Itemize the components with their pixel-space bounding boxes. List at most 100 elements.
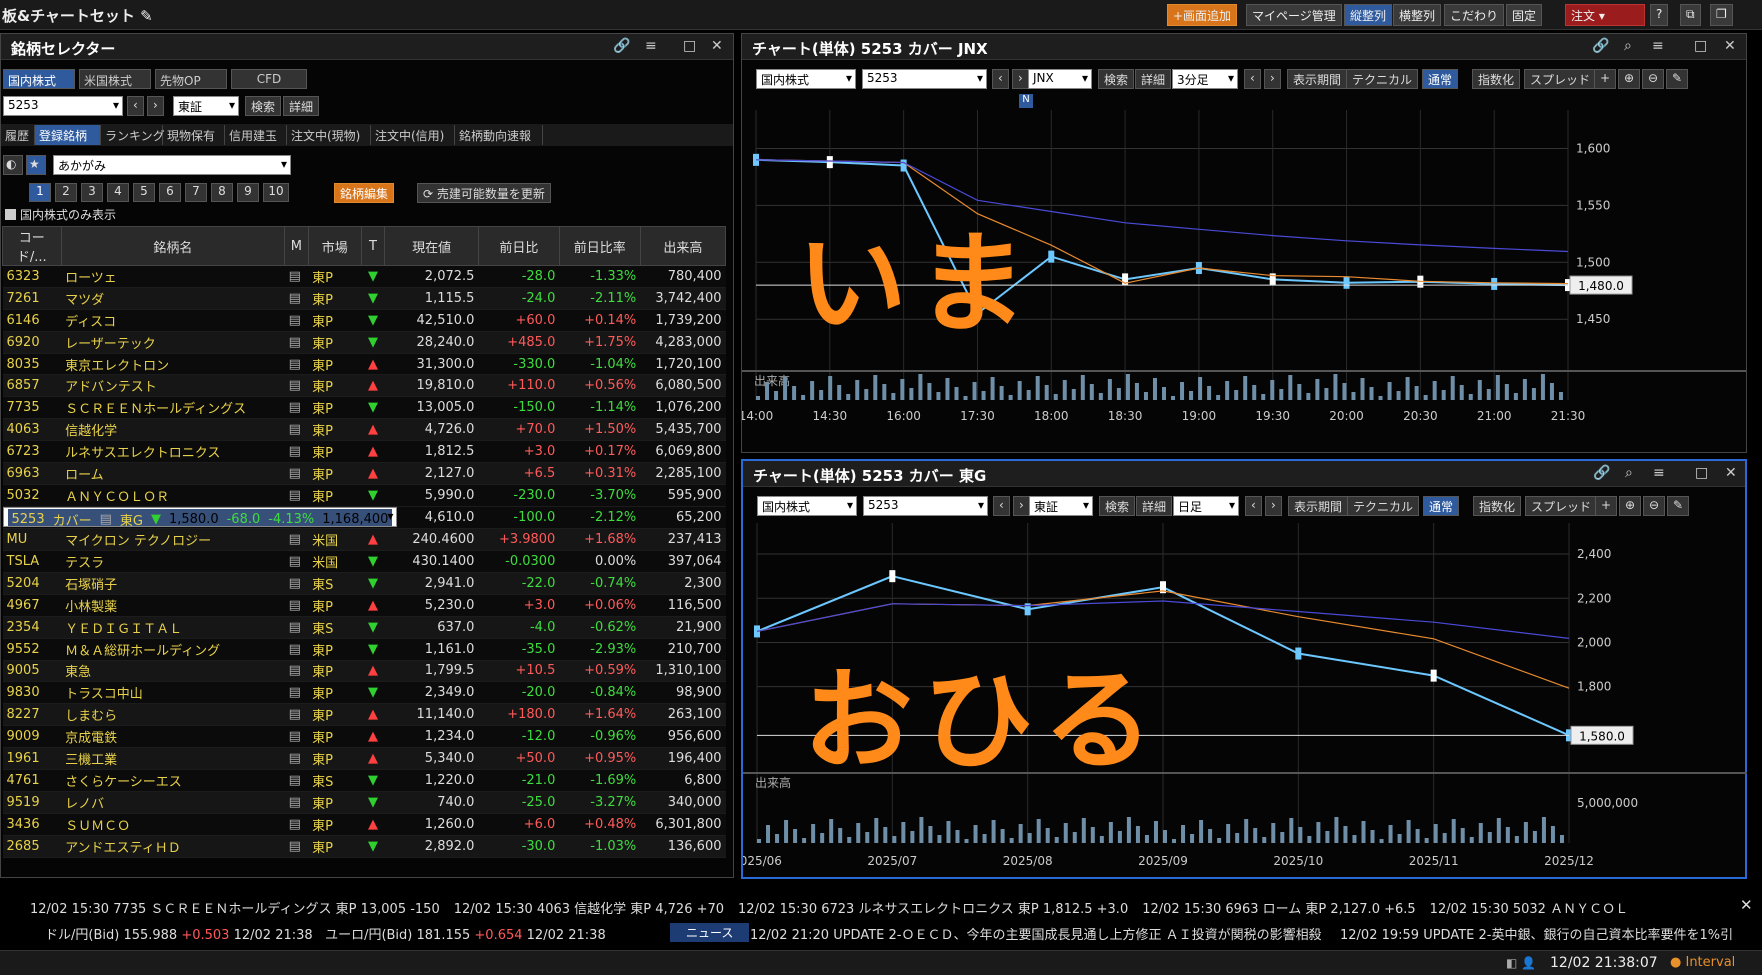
page-button-9[interactable]: 9 xyxy=(237,183,259,202)
page-button-2[interactable]: 2 xyxy=(55,183,77,202)
news-headline[interactable]: 12/02 21:20 UPDATE 2-ＯＥＣＤ、今年の主要国成長見通し上方修… xyxy=(750,924,1322,943)
next-arrow-icon[interactable]: › xyxy=(1012,69,1029,89)
zoom-out-icon[interactable]: ⊖ xyxy=(1642,69,1665,89)
page-button-6[interactable]: 6 xyxy=(159,183,181,202)
add-screen-button[interactable]: +画面追加 xyxy=(1167,4,1238,26)
help-icon[interactable]: ? xyxy=(1650,4,1669,26)
detail-button[interactable]: 詳細 xyxy=(1136,496,1173,516)
table-row[interactable]: 6323 ローツェ ▤ 東P ▼ 2,072.5 -28.0 -1.33% 780,400 xyxy=(2,265,726,288)
next-arrow-icon[interactable]: › xyxy=(1264,69,1281,89)
close-icon[interactable]: ✕ xyxy=(1734,896,1759,914)
search-button[interactable]: 検索 xyxy=(1099,496,1136,516)
table-row[interactable]: 5253 カバー ▤ 東G ▼ 1,580.0 -68.0 -4.13% 1,168,400 xyxy=(2,506,398,527)
table-row[interactable]: 3436 ＳＵＭＣＯ ▤ 東P ▲ 1,260.0 +6.0 +0.48% 6,301,800 xyxy=(2,813,726,836)
link-icon[interactable]: 🔗 xyxy=(613,38,630,54)
ticker-item[interactable]: 12/02 15:30 6963 ローム 東P 2,127.0 +6.5 xyxy=(1142,898,1415,917)
column-header-1[interactable]: 銘柄名 xyxy=(60,226,286,266)
table-row[interactable]: 1961 三機工業 ▤ 東P ▲ 5,340.0 +50.0 +0.95% 196,400 xyxy=(2,747,726,770)
table-row[interactable]: 2354 ＹＥＤＩＧＩＴＡＬ ▤ 東S ▼ 637.0 -4.0 -0.62% 21,900 xyxy=(2,616,726,639)
page-button-4[interactable]: 4 xyxy=(107,183,129,202)
market-select[interactable]: 国内株式 xyxy=(756,69,856,89)
refresh-quantity-button[interactable]: ⟳ 売建可能数量を更新 xyxy=(417,183,551,203)
link-icon[interactable]: 🔗 xyxy=(1592,38,1609,54)
table-row[interactable]: 6920 レーザーテック ▤ 東P ▼ 28,240.0 +485.0 +1.75% 4,283… xyxy=(2,331,726,354)
maximize-icon[interactable]: □ xyxy=(683,38,696,54)
edit-list-button[interactable]: 銘柄編集 xyxy=(334,183,395,203)
close-icon[interactable]: ✕ xyxy=(1725,465,1737,481)
group-icon[interactable]: ◐ xyxy=(3,155,23,175)
table-row[interactable]: 5032 ＡＮＹＣＯＬＯＲ ▤ 東P ▼ 5,990.0 -230.0 -3.70% 595,9… xyxy=(2,484,726,507)
ticker-item[interactable]: 12/02 15:30 4063 信越化学 東P 4,726 +70 xyxy=(454,898,724,917)
table-row[interactable]: 9830 トラスコ中山 ▤ 東P ▼ 2,349.0 -20.0 -0.84% 98,900 xyxy=(2,681,726,705)
ticker-item[interactable]: 12/02 15:30 6723 ルネサスエレクトロニクス 東P 1,812.5… xyxy=(738,898,1128,917)
link-icon[interactable]: 🔗 xyxy=(1593,465,1610,481)
next-arrow-icon[interactable]: › xyxy=(147,96,164,116)
column-header-5[interactable]: 現在値 xyxy=(384,226,479,266)
table-row[interactable]: 9552 Ｍ＆Ａ総研ホールディング ▤ 東P ▼ 1,161.0 -35.0 -2.93% 21… xyxy=(2,638,726,661)
maximize-icon[interactable]: □ xyxy=(1695,465,1708,481)
prev-arrow-icon[interactable]: ‹ xyxy=(1245,496,1262,516)
maximize-icon[interactable]: □ xyxy=(1694,38,1707,54)
menu-icon[interactable]: ≡ xyxy=(1652,38,1664,54)
list-tab-2[interactable]: ランキング xyxy=(101,125,165,145)
star-icon[interactable]: ★ xyxy=(26,155,46,175)
next-arrow-icon[interactable]: › xyxy=(1013,496,1030,516)
search-icon[interactable]: ⌕ xyxy=(1624,38,1632,54)
table-row[interactable]: 7261 マツダ ▤ 東P ▼ 1,115.5 -24.0 -2.11% 3,742,400 xyxy=(2,287,726,310)
tile-horizontal-button[interactable]: 横整列 xyxy=(1393,4,1442,26)
tab-us[interactable]: 米国株式 xyxy=(79,69,151,89)
column-header-7[interactable]: 前日比率 xyxy=(558,226,641,266)
kodawari-button[interactable]: こだわり xyxy=(1444,4,1505,26)
interval-indicator[interactable]: ● Interval xyxy=(1670,955,1735,970)
search-button[interactable]: 検索 xyxy=(245,96,282,116)
spread-button[interactable]: スプレッド xyxy=(1524,69,1597,89)
zoom-out-icon[interactable]: ⊖ xyxy=(1643,496,1666,516)
list-tab-1[interactable]: 登録銘柄 xyxy=(35,125,101,145)
market-select[interactable]: 国内株式 xyxy=(757,496,857,516)
table-row[interactable]: 7735 ＳＣＲＥＥＮホールディングス ▤ 東P ▼ 13,005.0 -150.0 -1.1… xyxy=(2,396,726,420)
table-row[interactable]: 4761 さくらケーシーエス ▤ 東S ▼ 1,220.0 -21.0 -1.69% 6,800 xyxy=(2,769,726,792)
tab-futures[interactable]: 先物OP xyxy=(155,69,227,89)
search-icon[interactable]: ⌕ xyxy=(1625,465,1633,481)
table-row[interactable]: 4967 小林製薬 ▤ 東P ▲ 5,230.0 +3.0 +0.06% 116,500 xyxy=(2,594,726,617)
page-button-7[interactable]: 7 xyxy=(185,183,207,202)
menu-icon[interactable]: ≡ xyxy=(645,38,657,54)
table-row[interactable]: TSLA テスラ ▤ 米国 ▼ 430.1400 -0.0300 0.00% 397,064 xyxy=(2,550,726,573)
table-row[interactable]: 6857 アドバンテスト ▤ 東P ▲ 19,810.0 +110.0 +0.56% 6,080… xyxy=(2,374,726,398)
close-icon[interactable]: ✕ xyxy=(1724,38,1736,54)
fix-button[interactable]: 固定 xyxy=(1506,4,1543,26)
zoom-in-icon[interactable]: ⊕ xyxy=(1618,69,1641,89)
page-button-10[interactable]: 10 xyxy=(263,183,289,202)
page-button-5[interactable]: 5 xyxy=(133,183,155,202)
zoom-in-icon[interactable]: ⊕ xyxy=(1619,496,1642,516)
exchange-select[interactable]: JNX xyxy=(1028,69,1092,89)
domestic-only-checkbox[interactable]: 国内株式のみ表示 xyxy=(5,206,116,223)
table-row[interactable]: 6723 ルネサスエレクトロニクス ▤ 東P ▲ 1,812.5 +3.0 +0.17% 6,0… xyxy=(2,440,726,464)
news-headline-2[interactable]: 12/02 19:59 UPDATE 2-英中銀、銀行の自己資本比率要件を1%引 xyxy=(1340,924,1733,943)
new-window-icon[interactable]: ⧉ xyxy=(1680,4,1701,26)
list-tab-3[interactable]: 現物保有 xyxy=(163,125,225,145)
restore-window-icon[interactable]: ❐ xyxy=(1710,4,1733,26)
prev-arrow-icon[interactable]: ‹ xyxy=(1244,69,1261,89)
table-row[interactable]: 6146 ディスコ ▤ 東P ▼ 42,510.0 +60.0 +0.14% 1,739,200 xyxy=(2,309,726,332)
index-button[interactable]: 指数化 xyxy=(1473,496,1522,516)
list-tab-7[interactable]: 銘柄動向速報 xyxy=(455,125,543,145)
column-header-2[interactable]: M xyxy=(284,226,309,266)
pen-icon[interactable]: ✎ xyxy=(1666,69,1689,89)
user-icon[interactable]: ◧ 👤 xyxy=(1506,956,1536,970)
table-row[interactable]: 9005 東急 ▤ 東P ▲ 1,799.5 +10.5 +0.59% 1,310,100 xyxy=(2,660,726,683)
page-button-1[interactable]: 1 xyxy=(29,183,51,202)
normal-button[interactable]: 通常 xyxy=(1422,69,1459,89)
table-row[interactable]: 9519 レノバ ▤ 東P ▼ 740.0 -25.0 -3.27% 340,000 xyxy=(2,791,726,814)
interval-select[interactable]: 日足 xyxy=(1173,496,1239,516)
normal-button[interactable]: 通常 xyxy=(1423,496,1460,516)
code-select[interactable]: 5253 xyxy=(862,69,987,89)
tile-vertical-button[interactable]: 縦整列 xyxy=(1344,4,1393,26)
exchange-select[interactable]: 東証 xyxy=(173,96,239,116)
code-input[interactable]: 5253 xyxy=(3,96,123,116)
prev-arrow-icon[interactable]: ‹ xyxy=(127,96,144,116)
ticker-item[interactable]: 12/02 15:30 7735 ＳＣＲＥＥＮホールディングス 東P 13,00… xyxy=(30,898,440,917)
mypage-button[interactable]: マイページ管理 xyxy=(1246,4,1342,26)
technical-button[interactable]: テクニカル xyxy=(1347,496,1420,516)
ticker-item[interactable]: 12/02 15:30 5032 ＡＮＹＣＯＬ xyxy=(1430,898,1628,917)
